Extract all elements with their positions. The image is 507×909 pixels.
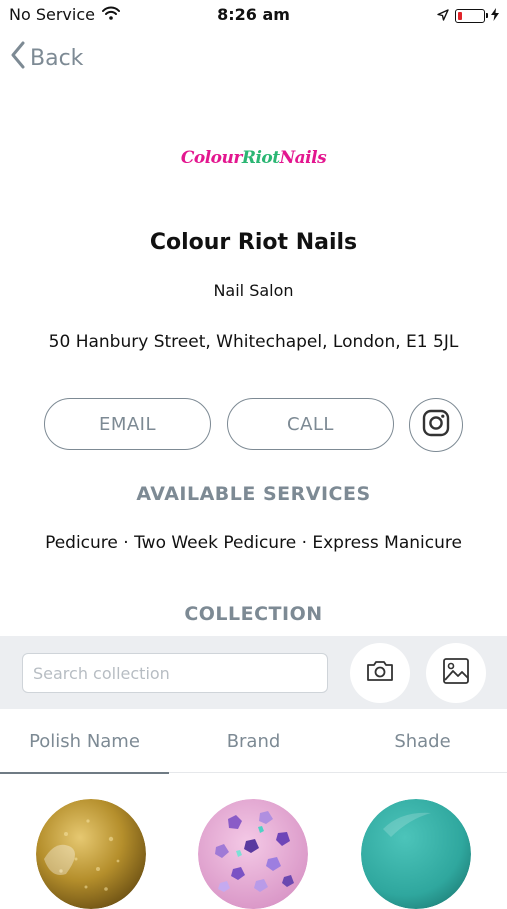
polish-swatch-teal[interactable]: [361, 799, 471, 909]
tab-label: Shade: [394, 730, 451, 752]
collection-title: COLLECTION: [184, 603, 323, 625]
salon-name: Colour Riot Nails: [149, 230, 358, 255]
logo-word-3: Nails: [279, 148, 327, 168]
back-button[interactable]: Back: [10, 41, 83, 75]
location-arrow-icon: [437, 6, 449, 25]
tab-shade[interactable]: Shade: [338, 709, 507, 773]
call-button-label: CALL: [287, 413, 334, 435]
status-right: [437, 6, 499, 25]
battery-icon: [455, 8, 488, 23]
camera-icon: [365, 659, 395, 687]
collection-tabs: Polish Name Brand Shade: [0, 709, 507, 774]
tab-brand[interactable]: Brand: [169, 709, 338, 773]
status-bar: No Service 8:26 am: [0, 0, 507, 30]
call-button[interactable]: CALL: [227, 398, 394, 450]
collection-search-input[interactable]: [22, 653, 328, 693]
email-button[interactable]: EMAIL: [44, 398, 211, 450]
charging-bolt-icon: [491, 6, 499, 25]
polish-swatch-pink-glitter[interactable]: [198, 799, 308, 909]
image-gallery-icon: [442, 657, 470, 689]
gallery-button[interactable]: [426, 643, 486, 703]
camera-button[interactable]: [350, 643, 410, 703]
collection-search-bar: [0, 636, 507, 709]
battery-level: [458, 11, 462, 20]
salon-address: 50 Hanbury Street, Whitechapel, London, …: [48, 332, 459, 352]
tab-label: Polish Name: [29, 730, 140, 752]
status-time: 8:26 am: [217, 5, 290, 24]
salon-type: Nail Salon: [213, 281, 294, 300]
tab-label: Brand: [226, 730, 281, 752]
tab-polish-name[interactable]: Polish Name: [0, 709, 169, 774]
email-button-label: EMAIL: [98, 413, 157, 435]
services-title: AVAILABLE SERVICES: [136, 483, 371, 505]
chevron-left-icon: [10, 41, 26, 75]
instagram-icon: [422, 409, 450, 441]
instagram-button[interactable]: [409, 398, 463, 452]
salon-logo: ColourRiotNails: [0, 148, 507, 168]
back-label: Back: [30, 45, 84, 71]
logo-word-2: Riot: [241, 148, 280, 168]
services-list: Pedicure · Two Week Pedicure · Express M…: [45, 533, 462, 553]
polish-swatch-gold[interactable]: [36, 799, 146, 909]
logo-word-1: Colour: [180, 148, 242, 168]
